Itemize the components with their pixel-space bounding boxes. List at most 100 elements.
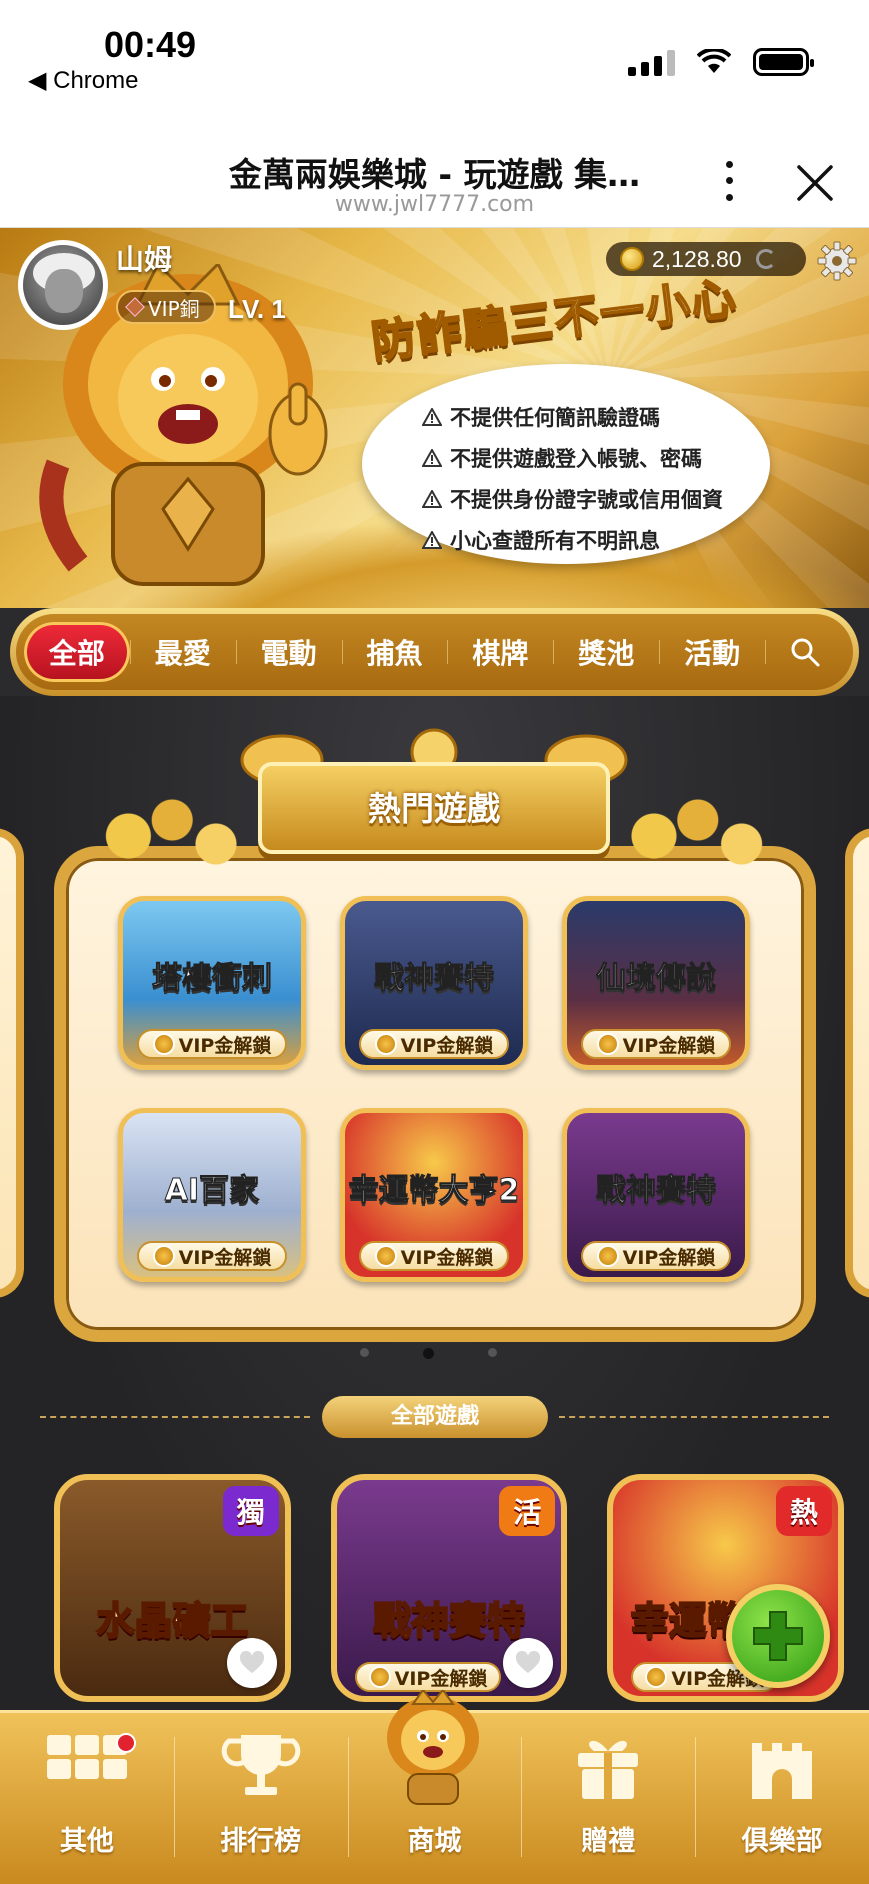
all-games-list: 獨 水晶礦工 活 戰神賽特 VIP金解鎖 熱 幸運幣大亨 VIP金解鎖	[54, 1474, 845, 1702]
lock-icon	[596, 1245, 619, 1267]
lock-icon	[645, 1666, 668, 1688]
tab-fishing[interactable]: 捕魚	[341, 622, 448, 682]
lock-icon	[152, 1245, 175, 1267]
back-app-label: Chrome	[53, 67, 139, 94]
game-tile[interactable]: 活 戰神賽特 VIP金解鎖	[330, 1474, 568, 1702]
tip-item: 不提供任何簡訊驗證碼	[422, 396, 723, 437]
browser-title-bar: 金萬兩娛樂城 - 玩遊戲 集… www.jwl7777.com	[0, 118, 869, 228]
castle-icon	[752, 1743, 813, 1799]
back-to-app-link[interactable]: ◀ Chrome	[28, 66, 138, 95]
status-bar: 00:49 ◀ Chrome	[0, 0, 869, 118]
game-name: 戰神賽特	[596, 1173, 717, 1209]
game-tile[interactable]: 戰神賽特 VIP金解鎖	[340, 896, 528, 1070]
avatar[interactable]	[18, 240, 108, 330]
carousel-next-card[interactable]	[845, 828, 869, 1298]
cellular-signal-icon	[628, 48, 675, 76]
lock-icon	[152, 1033, 175, 1055]
vip-unlock-badge: VIP金解鎖	[359, 1241, 509, 1271]
coin-icon	[620, 247, 644, 271]
battery-icon	[753, 48, 814, 76]
gift-icon	[578, 1740, 639, 1799]
lock-icon	[596, 1033, 619, 1055]
tab-slots[interactable]: 電動	[235, 622, 342, 682]
lock-icon	[374, 1245, 397, 1267]
lock-icon	[374, 1033, 397, 1055]
game-name: 仙境傳說	[596, 961, 717, 997]
vip-gem-icon	[125, 297, 145, 317]
tip-item: 不提供遊戲登入帳號、密碼	[422, 437, 723, 478]
vip-unlock-badge: VIP金解鎖	[137, 1029, 287, 1059]
favorite-heart-icon[interactable]	[503, 1638, 554, 1688]
hot-games-grid: 塔樓衝刺 VIP金解鎖 戰神賽特 VIP金解鎖 仙境傳說 VIP金解鎖 AI百家…	[118, 896, 750, 1282]
game-name: 幸運幣大亨2	[348, 1173, 520, 1209]
nav-club[interactable]: 俱樂部	[695, 1713, 869, 1884]
tab-favorites[interactable]: 最愛	[129, 622, 236, 682]
game-tile[interactable]: 塔樓衝刺 VIP金解鎖	[118, 896, 306, 1070]
close-icon[interactable]	[790, 158, 840, 208]
hot-games-title: 熱門遊戲	[368, 789, 500, 828]
trophy-icon	[221, 1735, 300, 1795]
nav-label: 俱樂部	[741, 1826, 823, 1857]
exclusive-tag: 獨	[222, 1486, 279, 1536]
anti-fraud-tips: 不提供任何簡訊驗證碼 不提供遊戲登入帳號、密碼 不提供身份證字號或信用個資 小心…	[422, 396, 723, 560]
vip-unlock-badge: VIP金解鎖	[581, 1029, 731, 1059]
tip-item: 不提供身份證字號或信用個資	[422, 478, 723, 519]
lion-mascot-icon[interactable]	[378, 1690, 488, 1808]
lock-icon	[368, 1666, 391, 1688]
nav-leaderboard[interactable]: 排行榜	[173, 1713, 348, 1884]
nav-other[interactable]: 其他	[0, 1713, 174, 1884]
promo-banner[interactable]: 山姆 VIP銅 LV. 1 2,128.80 防詐騙三不一小心 不提供任何簡訊驗…	[0, 228, 869, 608]
refresh-icon[interactable]	[755, 249, 776, 269]
active-tag: 活	[499, 1486, 556, 1536]
search-button[interactable]	[765, 622, 845, 682]
hot-tag: 熱	[776, 1486, 833, 1536]
vip-unlock-badge: VIP金解鎖	[354, 1662, 502, 1692]
game-name: 塔樓衝刺	[152, 961, 273, 997]
warning-icon	[422, 489, 442, 508]
tip-item: 小心查證所有不明訊息	[422, 519, 723, 560]
game-name: 戰神賽特	[372, 1598, 526, 1644]
warning-icon	[422, 530, 442, 549]
vip-unlock-badge: VIP金解鎖	[137, 1241, 287, 1271]
gear-icon[interactable]	[816, 240, 858, 282]
game-tile[interactable]: 幸運幣大亨2 VIP金解鎖	[340, 1108, 528, 1282]
game-tile[interactable]: 獨 水晶礦工	[54, 1474, 291, 1702]
all-games-title: 全部遊戲	[322, 1396, 548, 1438]
tab-jackpot[interactable]: 獎池	[553, 622, 659, 682]
nav-label: 其他	[59, 1826, 114, 1857]
plus-icon	[753, 1611, 803, 1661]
tab-cards[interactable]: 棋牌	[447, 622, 553, 682]
category-tabs: 全部 最愛 電動 捕魚 棋牌 獎池 活動	[10, 608, 859, 696]
notification-dot	[116, 1733, 136, 1753]
game-lobby: 熱門遊戲 塔樓衝刺 VIP金解鎖 戰神賽特 VIP金解鎖 仙境傳說 VIP金解鎖…	[0, 696, 869, 1710]
vip-unlock-badge: VIP金解鎖	[359, 1029, 509, 1059]
game-name: AI百家	[164, 1173, 260, 1209]
game-tile[interactable]: 戰神賽特 VIP金解鎖	[562, 1108, 750, 1282]
carousel-prev-card[interactable]	[0, 828, 24, 1298]
nav-gifts[interactable]: 贈禮	[521, 1713, 695, 1884]
status-icons	[628, 48, 814, 76]
tab-events[interactable]: 活動	[659, 622, 765, 682]
username: 山姆	[116, 243, 173, 276]
game-tile[interactable]: 仙境傳說 VIP金解鎖	[562, 896, 750, 1070]
vip-unlock-badge: VIP金解鎖	[581, 1241, 731, 1271]
nav-label: 商城	[407, 1826, 462, 1857]
nav-label: 排行榜	[220, 1826, 302, 1857]
status-time: 00:49	[104, 24, 197, 65]
vip-badge[interactable]: VIP銅	[116, 290, 216, 324]
user-level: LV. 1	[228, 294, 286, 324]
favorite-heart-icon[interactable]	[226, 1638, 277, 1688]
more-options-icon[interactable]	[714, 156, 744, 206]
game-name: 戰神賽特	[374, 961, 495, 997]
wifi-icon	[697, 49, 731, 73]
game-tile[interactable]: AI百家 VIP金解鎖	[118, 1108, 306, 1282]
carousel-dots[interactable]	[360, 1348, 497, 1359]
add-button[interactable]	[726, 1584, 830, 1688]
search-icon	[791, 638, 820, 667]
tab-all[interactable]: 全部	[24, 622, 130, 682]
warning-icon	[422, 448, 442, 467]
all-games-divider: 全部遊戲	[40, 1396, 829, 1438]
warning-icon	[422, 407, 442, 426]
vip-label: VIP銅	[148, 296, 200, 321]
nav-label: 贈禮	[581, 1826, 636, 1857]
